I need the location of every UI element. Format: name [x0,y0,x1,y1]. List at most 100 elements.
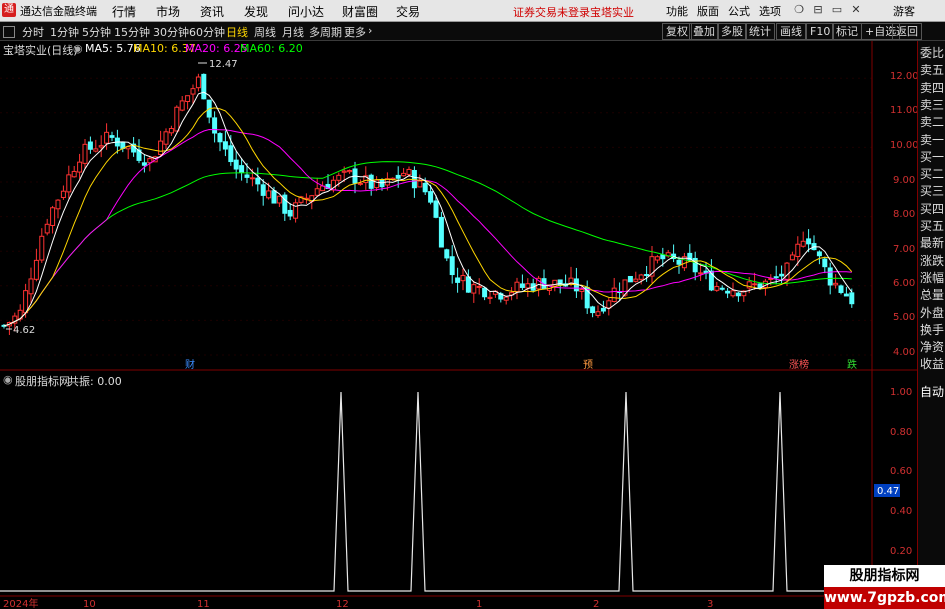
candle-body [428,191,434,203]
side-item: 卖一 [920,132,945,147]
candle-body [39,235,45,261]
candle-body [185,95,191,102]
candle-body [336,174,342,181]
candle-body [141,162,147,166]
candle-body [595,311,601,316]
candle-body [800,240,806,247]
auto-toggle[interactable]: 自动 [920,384,945,401]
side-item: 换手 [920,322,945,337]
candle-body [190,88,196,95]
side-item: 净资 [920,340,945,355]
candle-body [60,190,66,198]
candle-body [795,243,801,258]
ind-y-tick: 0.60 [890,466,912,477]
watermark: 股朋指标网 www.7gpzb.com [824,565,945,609]
x-label: 12 [336,599,349,609]
candle-body [503,296,509,301]
candle-body [644,274,650,277]
candle-body [98,145,104,148]
candle-body [789,254,795,261]
side-item: 总量 [920,288,945,303]
y-tick: 12.00 [890,71,919,82]
side-item: 买一 [920,149,945,164]
candle-body [698,272,704,275]
candle-body [239,165,245,173]
candle-body [692,257,698,273]
side-item: 涨幅 [920,270,945,285]
y-tick: 4.00 [893,347,915,358]
candle-body [276,195,282,204]
candle-body [633,278,639,282]
candle-body [465,276,471,293]
ind-y-tick: 0.20 [890,546,912,557]
candle-body [714,286,720,291]
candle-body [806,238,812,245]
candle-body [773,276,779,279]
ma60-label: MA60: 6.20 [240,42,303,55]
candle-body [179,100,185,111]
candle-body [163,131,169,145]
candle-body [552,279,558,287]
marker-forecast[interactable]: 预 [583,359,593,371]
candle-body [260,184,266,196]
candle-body [514,281,520,292]
expand-icon[interactable]: ◉ [73,42,83,55]
candle-body [401,172,407,177]
candle-body [244,174,250,178]
side-item: 最新 [920,236,945,251]
candle-body [228,145,234,163]
candle-body [201,73,207,100]
candle-body [482,287,488,298]
candle-body [422,182,428,193]
x-label: 10 [83,599,96,609]
candle-body [455,277,461,283]
indicator-expand-icon[interactable]: ◉ [3,373,13,386]
y-tick: 11.00 [890,105,919,116]
ma5-line [3,91,853,327]
candle-body [314,188,320,196]
candle-body [406,168,412,175]
side-item: 买三 [920,184,945,199]
candle-body [249,177,255,180]
candle-body [395,174,401,179]
indicator-title: 股朋指标网 [15,375,70,388]
watermark-title: 股朋指标网 [824,565,945,587]
candle-body [438,216,444,248]
x-label: 3 [707,599,713,609]
y-tick: 6.00 [893,278,915,289]
candle-body [104,131,110,144]
y-tick: 9.00 [893,175,915,186]
y-tick: 5.00 [893,312,915,323]
candle-body [82,143,88,164]
side-item: 外盘 [920,305,945,320]
y-tick: 10.00 [890,140,919,151]
candle-body [752,283,758,286]
candle-body [606,300,612,309]
ma20-line [3,128,852,327]
candle-body [168,128,174,134]
candle-body [460,275,466,282]
marker-top-gainer[interactable]: 涨榜 [789,358,809,371]
candle-body [654,256,660,261]
candle-body [838,285,844,293]
y-tick: 8.00 [893,209,915,220]
candle-body [444,249,450,259]
candle-body [23,290,29,314]
indicator-value: 共振: 0.00 [68,375,122,388]
marker-finance[interactable]: 财 [185,358,195,371]
candle-body [347,170,353,173]
marker-drop[interactable]: 跌 [847,358,857,371]
watermark-url: www.7gpzb.com [824,587,945,609]
x-label: 2024年 [3,597,38,609]
candle-body [233,159,239,170]
ind-y-tick: 0.40 [890,506,912,517]
candle-body [725,290,731,294]
candle-body [525,283,531,289]
candle-body [816,251,822,257]
y-tick: 7.00 [893,244,915,255]
candle-body [849,292,855,305]
ma60-line [3,161,852,327]
candle-body [71,170,77,178]
candle-body [627,275,633,283]
chart-area[interactable]: 12.00 11.00 10.00 9.00 8.00 7.00 6.00 5.… [0,0,945,609]
